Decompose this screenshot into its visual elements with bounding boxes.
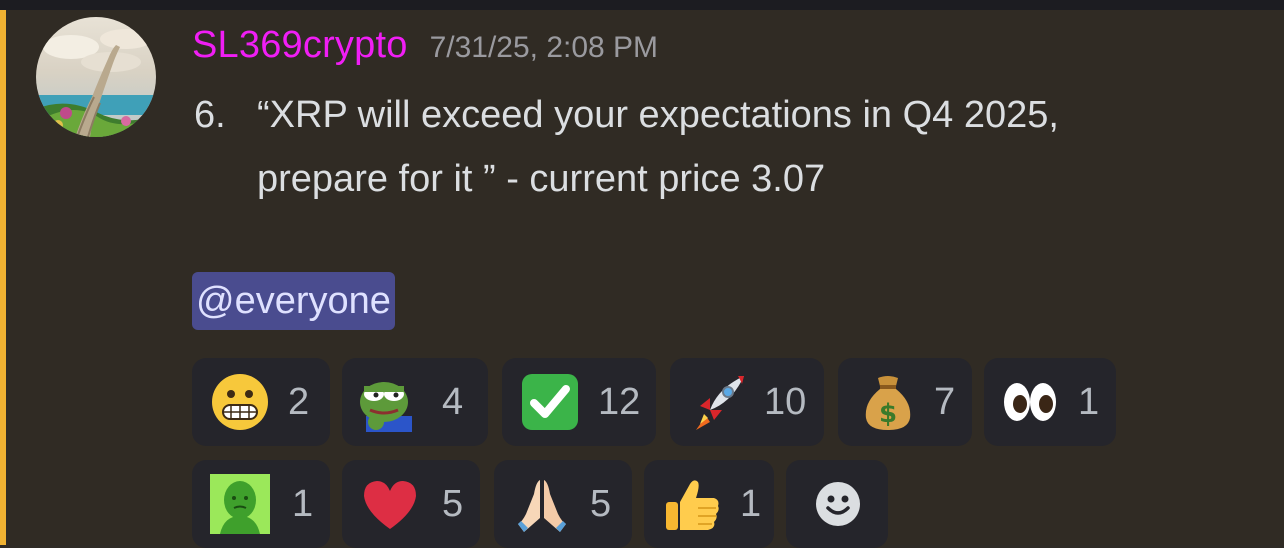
add-reaction-button[interactable] bbox=[786, 460, 888, 548]
pepe-frog-icon bbox=[360, 382, 412, 432]
red-heart-icon bbox=[364, 481, 416, 529]
avatar-image bbox=[36, 17, 156, 137]
eyes-icon bbox=[1004, 383, 1056, 421]
timestamp[interactable]: 7/31/25, 2:08 PM bbox=[430, 31, 659, 65]
grimacing-face-icon bbox=[212, 374, 268, 430]
message-text-line-1: “XRP will exceed your expectations in Q4… bbox=[257, 94, 1059, 136]
avatar[interactable] bbox=[36, 17, 156, 137]
reaction-green-wojak[interactable]: 1 bbox=[192, 460, 330, 548]
chat-message[interactable]: SL369crypto 7/31/25, 2:08 PM 6. “XRP wil… bbox=[6, 10, 1284, 548]
reaction-check[interactable]: 12 bbox=[502, 358, 656, 446]
reaction-pepe[interactable]: 4 bbox=[342, 358, 488, 446]
reaction-rocket[interactable]: 10 bbox=[670, 358, 824, 446]
green-wojak-icon bbox=[210, 474, 270, 534]
folded-hands-icon bbox=[518, 480, 566, 532]
thumbs-up-icon bbox=[666, 480, 719, 530]
reaction-count: 10 bbox=[764, 381, 807, 423]
reaction-count: 4 bbox=[442, 381, 464, 423]
reaction-count: 12 bbox=[598, 381, 641, 423]
money-bag-icon: $ bbox=[865, 376, 911, 430]
message-text-line-2: prepare for it ” - current price 3.07 bbox=[257, 158, 826, 200]
reaction-eyes[interactable]: 1 bbox=[984, 358, 1116, 446]
reaction-heart[interactable]: 5 bbox=[342, 460, 480, 548]
reaction-count: 1 bbox=[1078, 381, 1100, 423]
reaction-count: 1 bbox=[740, 483, 762, 525]
reaction-count: 2 bbox=[288, 381, 310, 423]
reaction-count: 1 bbox=[292, 483, 314, 525]
reaction-money-bag[interactable]: $ 7 bbox=[838, 358, 972, 446]
list-number: 6. bbox=[194, 94, 226, 136]
reaction-thumbs-up[interactable]: 1 bbox=[644, 460, 774, 548]
message-header: SL369crypto 7/31/25, 2:08 PM bbox=[192, 24, 658, 67]
reaction-folded-hands[interactable]: 5 bbox=[494, 460, 632, 548]
rocket-icon bbox=[696, 376, 744, 430]
reaction-count: 5 bbox=[442, 483, 464, 525]
reaction-count: 5 bbox=[590, 483, 612, 525]
everyone-mention[interactable]: @everyone bbox=[192, 272, 395, 330]
top-bar bbox=[0, 0, 1284, 10]
check-mark-button-icon bbox=[522, 374, 578, 430]
username[interactable]: SL369crypto bbox=[192, 24, 408, 67]
reaction-grimacing[interactable]: 2 bbox=[192, 358, 330, 446]
reaction-count: 7 bbox=[934, 381, 956, 423]
svg-text:$: $ bbox=[879, 399, 897, 429]
add-reaction-smiley-icon bbox=[816, 482, 860, 526]
